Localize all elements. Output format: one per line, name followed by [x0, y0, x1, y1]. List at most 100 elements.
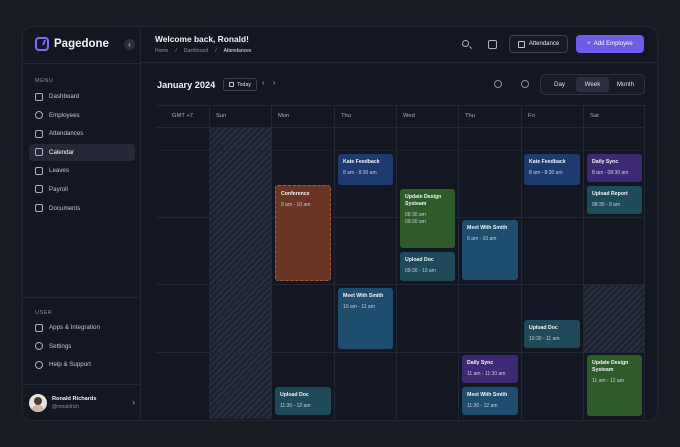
sidebar-item-leaves[interactable]: Leaves — [29, 162, 135, 179]
add-employee-button[interactable]: + Add Employee — [576, 35, 644, 53]
day-header-fri: Fri — [528, 113, 535, 119]
plus-icon: + — [587, 41, 591, 47]
grid-line — [157, 150, 645, 151]
calendar-icon — [517, 40, 525, 48]
day-header-mon: Mon — [278, 113, 290, 119]
grid-line — [334, 105, 335, 419]
event-title: Meet With Smith — [467, 392, 508, 398]
breadcrumb-home[interactable]: Home — [155, 48, 168, 54]
sidebar-item-label: Apps & Integration — [49, 324, 100, 331]
divider — [23, 384, 140, 385]
breadcrumb-separator: / — [215, 48, 217, 54]
event-title: Kate Feedback — [343, 159, 380, 165]
calendar-icon — [35, 148, 43, 157]
event-card[interactable]: Upload Doc 10:30 - 11 am — [524, 320, 580, 348]
event-title: Upload Doc — [529, 325, 558, 331]
user-nav: Apps & Integration Settings Help & Suppo… — [29, 319, 135, 375]
event-title: Upload Doc — [405, 257, 434, 263]
sidebar-item-settings[interactable]: Settings — [29, 338, 135, 355]
attendance-button[interactable]: Attendance — [509, 35, 568, 53]
brand[interactable]: Pagedone — [35, 37, 109, 51]
divider — [23, 63, 140, 64]
home-icon — [35, 92, 43, 101]
event-card[interactable]: Upload Doc 09:30 - 10 am — [400, 252, 455, 281]
gear-icon[interactable] — [521, 80, 529, 88]
breadcrumb-dashboard[interactable]: Dashboard — [184, 48, 208, 54]
event-title: Daily Sync — [592, 159, 619, 165]
event-card[interactable]: Kate Feedback 8 am - 8:30 am — [338, 154, 393, 185]
grid-line — [644, 105, 645, 419]
view-day-button[interactable]: Day — [543, 77, 576, 92]
sidebar-item-apps[interactable]: Apps & Integration — [29, 319, 135, 336]
user-icon — [35, 111, 43, 120]
event-card[interactable]: Conference 9 am - 10 am — [275, 185, 331, 281]
info-icon[interactable] — [494, 80, 502, 88]
menu-section-label: MENU — [35, 78, 54, 84]
event-time: 11:30 - 12 am — [280, 403, 311, 409]
event-card[interactable]: Meet With Smith 10 am - 11 am — [338, 288, 393, 349]
breadcrumb-separator: / — [175, 48, 177, 54]
event-card[interactable]: Daily Sync 8 am - 08:30 am — [587, 154, 642, 182]
grid-line — [458, 105, 459, 419]
event-card[interactable]: Upload Doc 11:30 - 12 am — [275, 387, 331, 415]
chevron-left-icon[interactable]: ‹ — [262, 80, 264, 87]
checkbox-icon — [35, 129, 43, 138]
user-section-label: USER — [35, 310, 53, 316]
sidebar-item-label: Settings — [49, 342, 72, 350]
collapse-sidebar-button[interactable]: ‹ — [124, 39, 135, 50]
event-time: 10:30 - 11 am — [529, 336, 560, 342]
day-header-wed: Wed — [403, 113, 415, 119]
week-grid: GMT +7 Sun Mon Thu Wed Thu Fri Sat Kate … — [157, 105, 645, 419]
sidebar-item-calendar[interactable]: Calendar — [29, 143, 135, 161]
sidebar-item-help[interactable]: Help & Support — [29, 356, 135, 373]
day-header-sat: Sat — [590, 113, 599, 119]
event-title: Kate Feedback — [529, 159, 566, 165]
notes-icon[interactable] — [488, 40, 497, 49]
app-window: Pagedone ‹ MENU Dashboard Employees Atte… — [22, 26, 658, 421]
leave-icon — [35, 166, 43, 175]
event-card[interactable]: Meet With Smith 11:30 - 12 am — [462, 387, 518, 415]
view-month-button[interactable]: Month — [609, 77, 642, 92]
logo-icon — [35, 37, 49, 51]
avatar — [29, 394, 47, 412]
event-card[interactable]: Kate Feedback 8 am - 8:30 am — [524, 154, 580, 185]
day-header-sun: Sun — [216, 113, 227, 119]
event-card[interactable]: Daily Sync 11 am - 11:30 am — [462, 355, 518, 383]
sidebar-item-label: Calendar — [49, 148, 75, 156]
event-time: 10 am - 11 am — [343, 304, 375, 310]
event-time: 9 am - 10 am — [281, 202, 311, 208]
view-week-button[interactable]: Week — [576, 77, 609, 92]
event-title: Upload Report — [592, 191, 628, 197]
event-time: 11 am - 12 am — [592, 378, 624, 384]
sidebar-item-documents[interactable]: Documents — [29, 200, 135, 217]
search-icon[interactable] — [462, 40, 469, 47]
sidebar-item-label: Employees — [49, 111, 80, 119]
event-card[interactable]: Update Design Systeam 08:30 am 09:30 am — [400, 189, 455, 248]
month-title: January 2024 — [157, 80, 216, 90]
help-icon — [35, 360, 43, 369]
event-title: Meet With Smith — [467, 225, 508, 231]
event-card[interactable]: Meet With Smith 9 am - 10 am — [462, 220, 518, 280]
main-nav: Dashboard Employees Attendances Calendar… — [29, 88, 135, 218]
event-title: Upload Doc — [280, 392, 309, 398]
sidebar-item-label: Help & Support — [49, 361, 91, 369]
event-card[interactable]: Update Design Systeam 11 am - 12 am — [587, 355, 642, 416]
event-time: 11 am - 11:30 am — [467, 371, 506, 377]
breadcrumb: Home / Dashboard / Attendances — [155, 48, 251, 54]
sidebar-item-employees[interactable]: Employees — [29, 107, 135, 124]
chevron-right-icon[interactable]: › — [273, 80, 275, 87]
sidebar-item-dashboard[interactable]: Dashboard — [29, 88, 135, 105]
chevron-right-icon[interactable]: › — [132, 398, 135, 407]
profile-card[interactable]: Ronald Richards @ronaldrich › — [29, 389, 135, 417]
event-card[interactable]: Upload Report 08:30 - 9 am — [587, 186, 642, 214]
grid-line — [521, 105, 522, 419]
attendance-button-label: Attendance — [528, 41, 560, 47]
sidebar-item-attendances[interactable]: Attendances — [29, 125, 135, 142]
sidebar-item-payroll[interactable]: Payroll — [29, 181, 135, 198]
payroll-icon — [35, 185, 43, 194]
today-button[interactable]: Today — [223, 78, 257, 91]
event-title: Daily Sync — [467, 360, 494, 366]
timezone-label: GMT +7 — [172, 113, 193, 119]
sidebar-item-label: Leaves — [49, 167, 69, 175]
page-title: Welcome back, Ronald! — [155, 34, 249, 44]
